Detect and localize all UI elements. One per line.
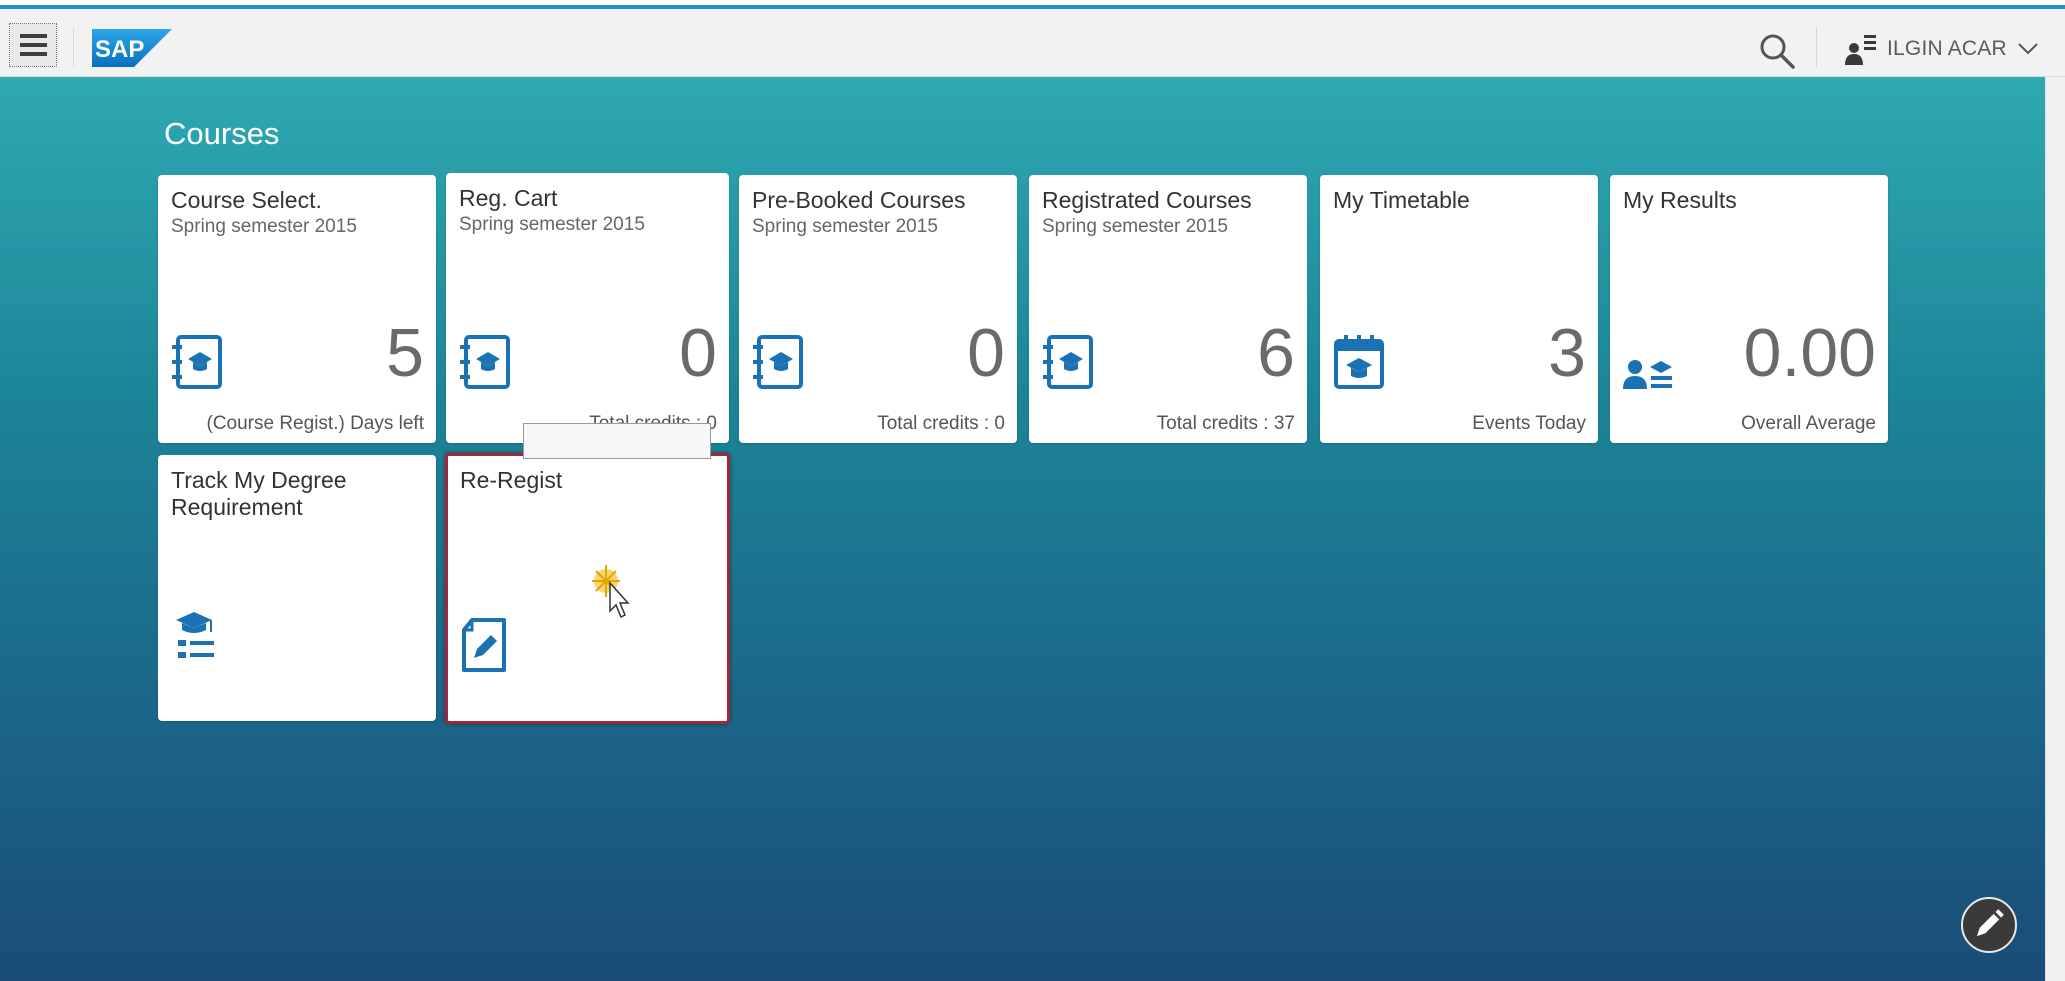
tile-footer: (Course Regist.) Days left [206,413,424,434]
hamburger-menu-button[interactable] [9,23,57,67]
tile-number: 0.00 [1743,315,1876,391]
shell-header: SAP ILGIN ACAR [0,9,2065,77]
tile-subtitle: Spring semester 2015 [1042,216,1228,237]
tile-registrated-courses[interactable]: Registrated Courses Spring semester 2015… [1029,175,1307,443]
course-book-icon [172,335,222,389]
tooltip [523,423,711,459]
user-icon [1845,35,1876,65]
user-menu-button[interactable]: ILGIN ACAR [1843,27,2039,71]
tile-my-timetable[interactable]: My Timetable 3 Events Today [1320,175,1598,443]
tile-track-my-degree[interactable]: Track My Degree Requirement [158,455,436,721]
tile-title: Registrated Courses [1042,187,1252,213]
tile-pre-booked-courses[interactable]: Pre-Booked Courses Spring semester 2015 … [739,175,1017,443]
tile-footer: Total credits : 0 [877,413,1005,434]
edit-home-button[interactable] [1961,897,2017,953]
pencil-icon [1976,909,2004,937]
tile-number: 3 [1548,315,1586,391]
tile-re-regist[interactable]: Re-Regist [445,453,730,724]
user-name: ILGIN ACAR [1887,37,2007,60]
tile-title: My Results [1623,187,1737,213]
tile-title: Reg. Cart [459,185,558,211]
tile-title: Re-Regist [460,467,563,493]
tile-title: My Timetable [1333,187,1470,213]
tile-number: 0 [967,315,1005,391]
sap-logo: SAP [92,29,172,67]
tile-number: 6 [1257,315,1295,391]
scrollbar[interactable] [2045,77,2065,981]
tile-title: Track My Degree Requirement [171,467,347,520]
tile-subtitle: Spring semester 2015 [171,216,357,237]
degree-list-icon [176,612,214,658]
tile-course-select[interactable]: Course Select. Spring semester 2015 5 (C… [158,175,436,443]
mouse-cursor-icon [592,565,630,619]
course-book-icon [1043,335,1093,389]
tile-subtitle: Spring semester 2015 [752,216,938,237]
student-results-icon [1623,360,1672,389]
course-book-icon [460,335,510,389]
tile-number: 5 [386,315,424,391]
group-title: Courses [164,116,280,151]
tile-number: 0 [679,315,717,391]
tile-footer: Events Today [1472,413,1586,434]
course-book-icon [753,335,803,389]
header-separator [73,27,74,67]
header-separator [1816,27,1817,67]
calendar-education-icon [1334,335,1384,389]
tile-footer: Overall Average [1741,413,1876,434]
sap-logo-text: SAP [95,36,144,63]
top-accent-bar [0,0,2065,9]
tile-reg-cart[interactable]: Reg. Cart Spring semester 2015 0 Total c… [446,173,729,443]
tile-footer: Total credits : 37 [1156,413,1295,434]
chevron-down-icon [2018,43,2038,55]
tile-my-results[interactable]: My Results 0.00 Overall Average [1610,175,1888,443]
tile-subtitle: Spring semester 2015 [459,214,645,235]
search-icon[interactable] [1757,31,1797,71]
edit-document-icon [462,618,506,672]
tile-title: Course Select. [171,187,322,213]
tile-title: Pre-Booked Courses [752,187,966,213]
